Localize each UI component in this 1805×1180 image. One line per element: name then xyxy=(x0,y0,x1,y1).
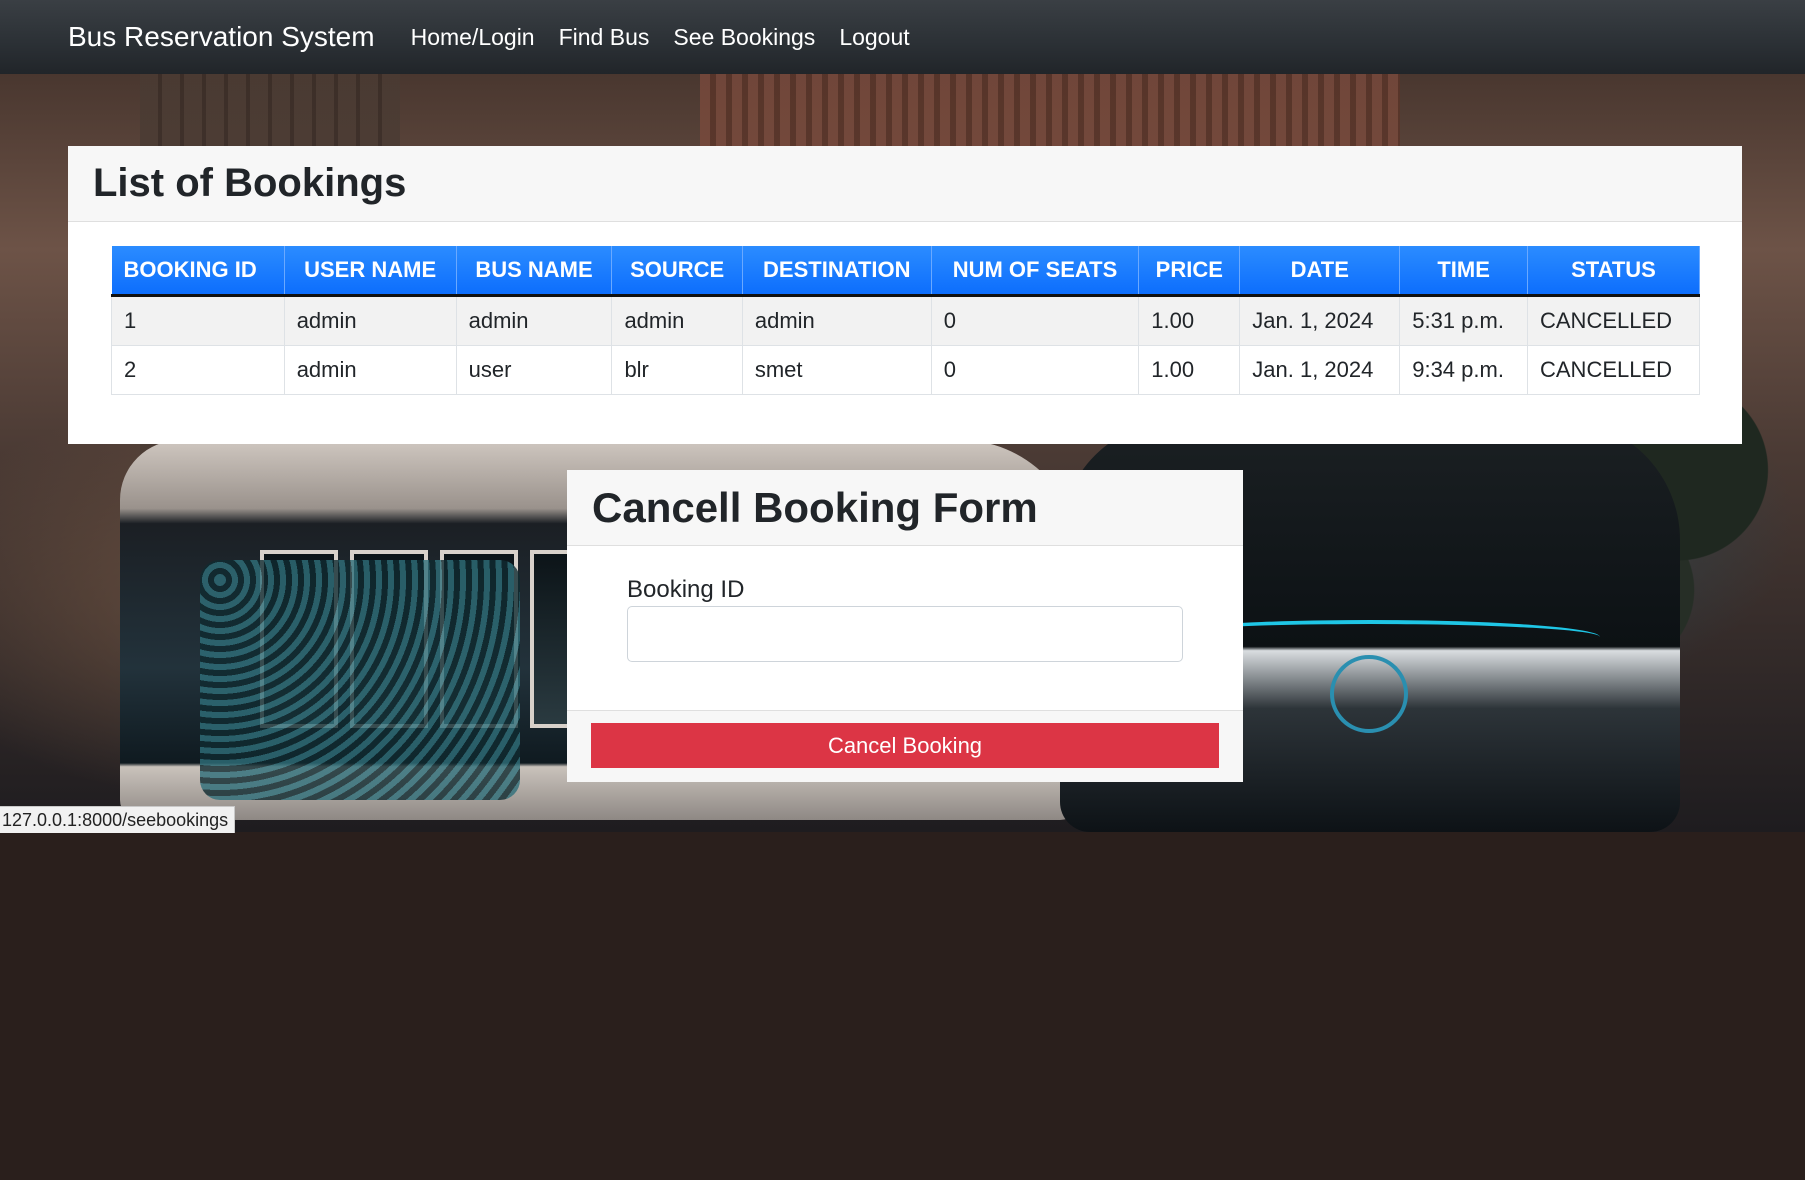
nav-see-bookings[interactable]: See Bookings xyxy=(673,24,815,51)
cell-time: 5:31 p.m. xyxy=(1399,295,1528,346)
table-header-row: BOOKING ID USER NAME BUS NAME SOURCE DES… xyxy=(111,246,1700,297)
col-bus-name: BUS NAME xyxy=(456,246,613,297)
col-price: PRICE xyxy=(1138,246,1241,297)
col-user-name: USER NAME xyxy=(284,246,457,297)
col-booking-id: BOOKING ID xyxy=(111,246,285,297)
cell-destination: smet xyxy=(741,345,932,395)
nav-links: Home/Login Find Bus See Bookings Logout xyxy=(411,24,934,51)
cell-bus-name: user xyxy=(455,345,613,395)
bookings-card: List of Bookings BOOKING ID USER NAME BU… xyxy=(68,146,1742,444)
navbar: Bus Reservation System Home/Login Find B… xyxy=(0,0,1805,74)
cell-num-seats: 0 xyxy=(930,345,1140,395)
booking-id-input[interactable] xyxy=(627,606,1183,662)
cancel-booking-button[interactable]: Cancel Booking xyxy=(591,723,1219,768)
bookings-table: BOOKING ID USER NAME BUS NAME SOURCE DES… xyxy=(111,246,1700,395)
nav-logout[interactable]: Logout xyxy=(839,24,909,51)
cell-user-name: admin xyxy=(283,295,457,346)
status-bar-url: 127.0.0.1:8000/seebookings xyxy=(0,806,236,833)
col-source: SOURCE xyxy=(611,246,743,297)
brand-link[interactable]: Bus Reservation System xyxy=(68,21,375,53)
cell-date: Jan. 1, 2024 xyxy=(1239,295,1401,346)
bookings-title: List of Bookings xyxy=(93,161,407,205)
cell-user-name: admin xyxy=(283,345,457,395)
cell-price: 1.00 xyxy=(1138,295,1241,346)
cancel-form-title: Cancell Booking Form xyxy=(592,483,1038,531)
table-row: 2 admin user blr smet 0 1.00 Jan. 1, 202… xyxy=(111,345,1700,395)
cell-price: 1.00 xyxy=(1138,345,1241,395)
cancel-card-header: Cancell Booking Form xyxy=(567,470,1243,546)
cell-bus-name: admin xyxy=(455,295,613,346)
cancel-booking-card: Cancell Booking Form Booking ID Cancel B… xyxy=(567,470,1243,782)
col-status: STATUS xyxy=(1527,246,1700,297)
cell-date: Jan. 1, 2024 xyxy=(1239,345,1401,395)
cell-booking-id: 2 xyxy=(111,345,285,395)
cell-status: CANCELLED xyxy=(1527,295,1700,346)
cell-source: admin xyxy=(611,295,743,346)
col-time: TIME xyxy=(1399,246,1528,297)
cell-time: 9:34 p.m. xyxy=(1399,345,1528,395)
bookings-card-header: List of Bookings xyxy=(68,146,1742,222)
table-row: 1 admin admin admin admin 0 1.00 Jan. 1,… xyxy=(111,295,1700,346)
col-date: DATE xyxy=(1239,246,1401,297)
col-num-seats: NUM OF SEATS xyxy=(931,246,1140,297)
nav-home-login[interactable]: Home/Login xyxy=(411,24,535,51)
cancel-card-footer: Cancel Booking xyxy=(567,710,1243,782)
cell-status: CANCELLED xyxy=(1527,345,1700,395)
cell-num-seats: 0 xyxy=(930,295,1140,346)
col-destination: DESTINATION xyxy=(742,246,932,297)
booking-id-label: Booking ID xyxy=(627,576,745,603)
cell-booking-id: 1 xyxy=(111,295,285,346)
cell-source: blr xyxy=(611,345,743,395)
cell-destination: admin xyxy=(741,295,932,346)
nav-find-bus[interactable]: Find Bus xyxy=(559,24,650,51)
